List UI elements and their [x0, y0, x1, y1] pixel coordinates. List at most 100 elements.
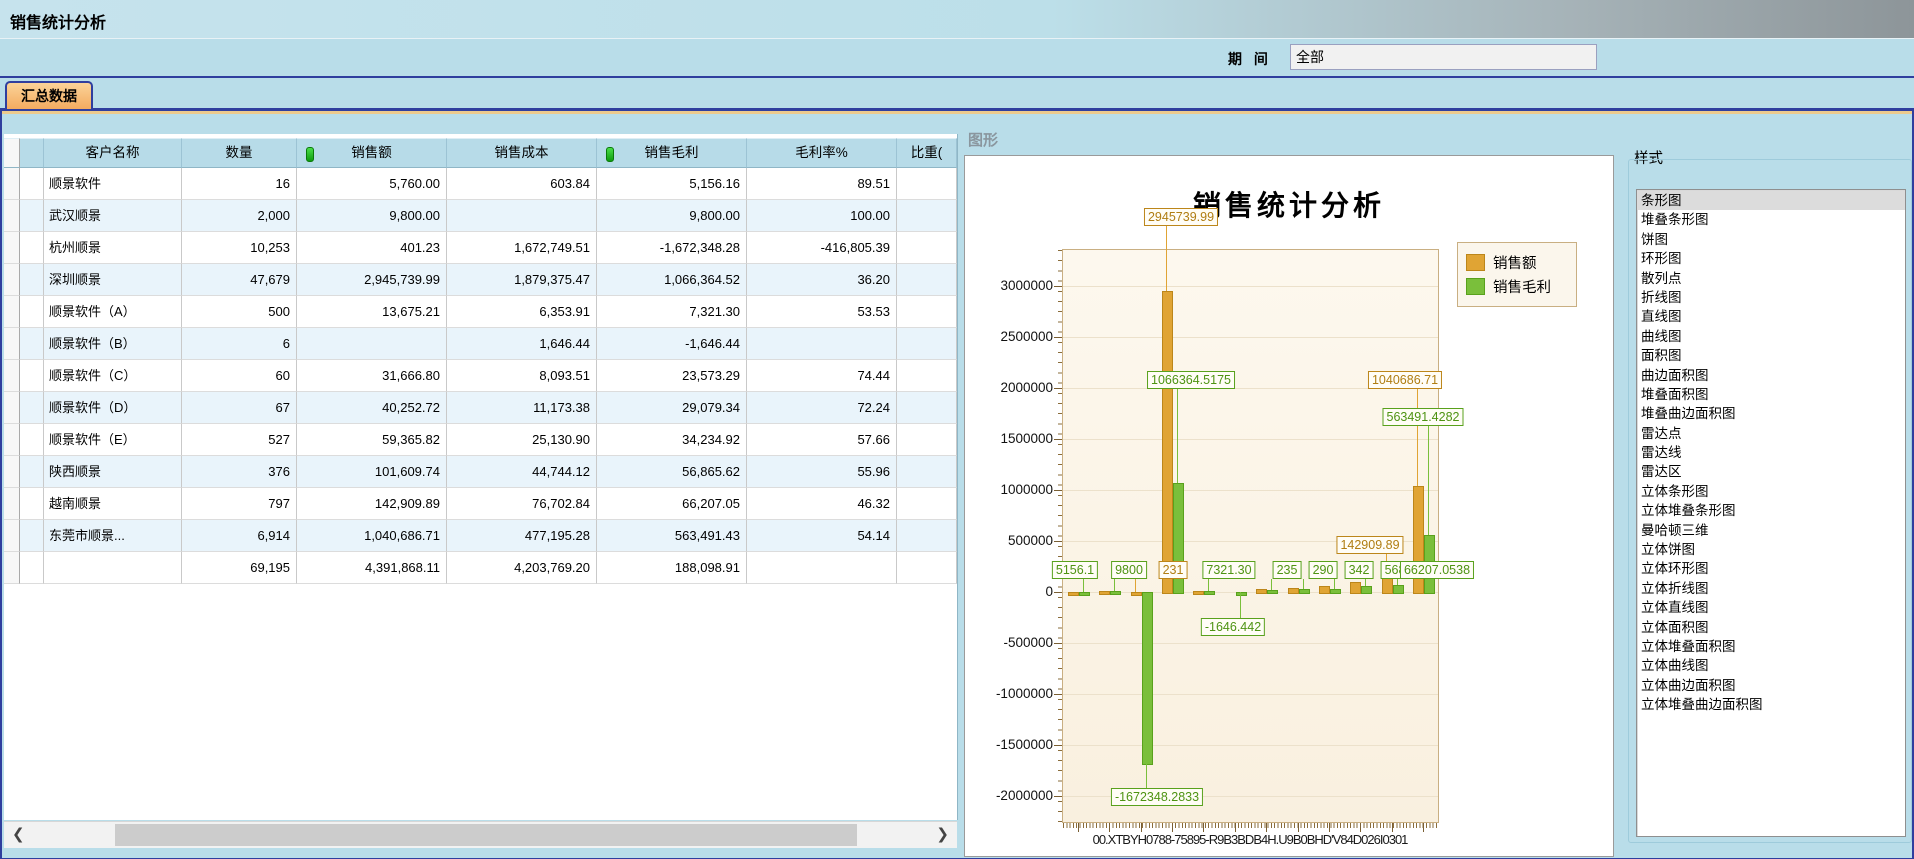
y-axis-tick-label: 0 [985, 584, 1053, 599]
row-selector[interactable] [4, 520, 20, 552]
table-row[interactable]: 越南顺景797142,909.8976,702.8466,207.0546.32 [4, 488, 957, 520]
style-list-item[interactable]: 曼哈顿三维 [1637, 521, 1905, 540]
value-label: 231 [1159, 561, 1188, 579]
cell-quantity: 10,253 [182, 232, 297, 264]
callout-leader-line [1428, 426, 1429, 535]
scroll-left-icon[interactable]: ❮ [12, 825, 25, 843]
row-selector[interactable] [4, 488, 20, 520]
table-row[interactable]: 杭州顺景10,253401.231,672,749.51-1,672,348.2… [4, 232, 957, 264]
table-total-row[interactable]: 69,1954,391,868.114,203,769.20188,098.91 [4, 552, 957, 584]
style-list-item[interactable]: 曲线图 [1637, 327, 1905, 346]
column-header-2[interactable]: 数量 [182, 138, 297, 168]
value-label: 290 [1309, 561, 1338, 579]
style-list-item[interactable]: 环形图 [1637, 249, 1905, 268]
style-list-item[interactable]: 立体条形图 [1637, 482, 1905, 501]
style-list-item[interactable]: 折线图 [1637, 288, 1905, 307]
cell-cost: 8,093.51 [447, 360, 597, 392]
row-selector[interactable] [4, 264, 20, 296]
x-axis-tick [1423, 823, 1424, 832]
callout-leader-line [1114, 579, 1115, 591]
cell-margin: 54.14 [747, 520, 897, 552]
column-header-6[interactable]: 毛利率% [747, 138, 897, 168]
row-selector[interactable] [4, 424, 20, 456]
style-list-item[interactable]: 饼图 [1637, 230, 1905, 249]
bar-销售毛利 [1204, 591, 1215, 595]
row-selector[interactable] [4, 552, 20, 584]
row-selector[interactable] [4, 328, 20, 360]
row-selector[interactable] [4, 168, 20, 200]
cell-customer-name: 杭州顺景 [44, 232, 182, 264]
table-row[interactable]: 陕西顺景376101,609.7444,744.1256,865.6255.96 [4, 456, 957, 488]
row-selector[interactable] [4, 232, 20, 264]
style-list-item[interactable]: 散列点 [1637, 269, 1905, 288]
style-list-item[interactable]: 立体饼图 [1637, 540, 1905, 559]
tab-summary-data[interactable]: 汇总数据 [5, 81, 93, 109]
style-list-item[interactable]: 面积图 [1637, 346, 1905, 365]
cell-profit: 29,079.34 [597, 392, 747, 424]
row-indicator [20, 456, 44, 488]
table-row[interactable]: 顺景软件165,760.00603.845,156.1689.51 [4, 168, 957, 200]
row-selector[interactable] [4, 360, 20, 392]
y-axis-tick [1054, 439, 1062, 440]
horizontal-scrollbar[interactable]: ❮ ❯ [4, 821, 957, 848]
table-row[interactable]: 顺景软件（D）6740,252.7211,173.3829,079.3472.2… [4, 392, 957, 424]
style-list-item[interactable]: 堆叠曲边面积图 [1637, 404, 1905, 423]
table-row[interactable]: 顺景软件（E）52759,365.8225,130.9034,234.9257.… [4, 424, 957, 456]
row-selector[interactable] [4, 200, 20, 232]
table-row[interactable]: 顺景软件（B）61,646.44-1,646.44 [4, 328, 957, 360]
cell-cost: 76,702.84 [447, 488, 597, 520]
chart-style-list[interactable]: 条形图堆叠条形图饼图环形图散列点折线图直线图曲线图面积图曲边面积图堆叠面积图堆叠… [1636, 189, 1906, 837]
table-row[interactable]: 深圳顺景47,6792,945,739.991,879,375.471,066,… [4, 264, 957, 296]
style-list-item[interactable]: 直线图 [1637, 307, 1905, 326]
table-row[interactable]: 顺景软件（A）50013,675.216,353.917,321.3053.53 [4, 296, 957, 328]
scroll-right-icon[interactable]: ❯ [936, 825, 949, 843]
cell-profit: 34,234.92 [597, 424, 747, 456]
column-header-1[interactable]: 客户名称 [44, 138, 182, 168]
style-list-item[interactable]: 立体堆叠曲边面积图 [1637, 695, 1905, 714]
table-row[interactable]: 顺景软件（C）6031,666.808,093.5123,573.2974.44 [4, 360, 957, 392]
style-list-item[interactable]: 立体堆叠条形图 [1637, 501, 1905, 520]
period-input[interactable]: 全部 [1290, 44, 1597, 70]
row-selector[interactable] [4, 392, 20, 424]
cell-quantity: 60 [182, 360, 297, 392]
cell-profit: 7,321.30 [597, 296, 747, 328]
callout-leader-line [1417, 389, 1418, 486]
cell-quantity: 6 [182, 328, 297, 360]
style-list-item[interactable]: 立体曲线图 [1637, 656, 1905, 675]
table-row[interactable]: 东莞市顺景...6,9141,040,686.71477,195.28563,4… [4, 520, 957, 552]
style-list-item[interactable]: 雷达区 [1637, 462, 1905, 481]
style-list-item[interactable]: 立体堆叠面积图 [1637, 637, 1905, 656]
gridline [1063, 490, 1438, 491]
gridline [1063, 439, 1438, 440]
cell-sales: 101,609.74 [297, 456, 447, 488]
style-list-item[interactable]: 立体曲边面积图 [1637, 676, 1905, 695]
column-header-3[interactable]: 销售额 [297, 138, 447, 168]
value-label: 2945739.99 [1144, 208, 1218, 226]
style-list-item[interactable]: 立体面积图 [1637, 618, 1905, 637]
column-header-5[interactable]: 销售毛利 [597, 138, 747, 168]
style-list-item[interactable]: 曲边面积图 [1637, 366, 1905, 385]
cell-proportion [897, 488, 957, 520]
cell-cost: 477,195.28 [447, 520, 597, 552]
style-list-item[interactable]: 雷达点 [1637, 424, 1905, 443]
bar-销售额 [1288, 588, 1299, 594]
cell-sales: 40,252.72 [297, 392, 447, 424]
row-selector[interactable] [4, 456, 20, 488]
column-header-7[interactable]: 比重( [897, 138, 957, 168]
style-list-item[interactable]: 立体折线图 [1637, 579, 1905, 598]
style-list-item[interactable]: 堆叠条形图 [1637, 210, 1905, 229]
style-list-item[interactable]: 条形图 [1637, 191, 1905, 210]
value-label: -1672348.2833 [1111, 788, 1203, 806]
table-row[interactable]: 武汉顺景2,0009,800.009,800.00100.00 [4, 200, 957, 232]
row-indicator [20, 552, 44, 584]
row-selector[interactable] [4, 296, 20, 328]
y-axis-minor-ticks [1058, 250, 1062, 822]
style-list-item[interactable]: 立体环形图 [1637, 559, 1905, 578]
y-axis-tick-label: 1500000 [985, 431, 1053, 446]
style-list-item[interactable]: 堆叠面积图 [1637, 385, 1905, 404]
style-list-item[interactable]: 立体直线图 [1637, 598, 1905, 617]
column-header-4[interactable]: 销售成本 [447, 138, 597, 168]
style-list-item[interactable]: 雷达线 [1637, 443, 1905, 462]
cell-margin: 53.53 [747, 296, 897, 328]
scrollbar-thumb[interactable] [115, 824, 857, 846]
